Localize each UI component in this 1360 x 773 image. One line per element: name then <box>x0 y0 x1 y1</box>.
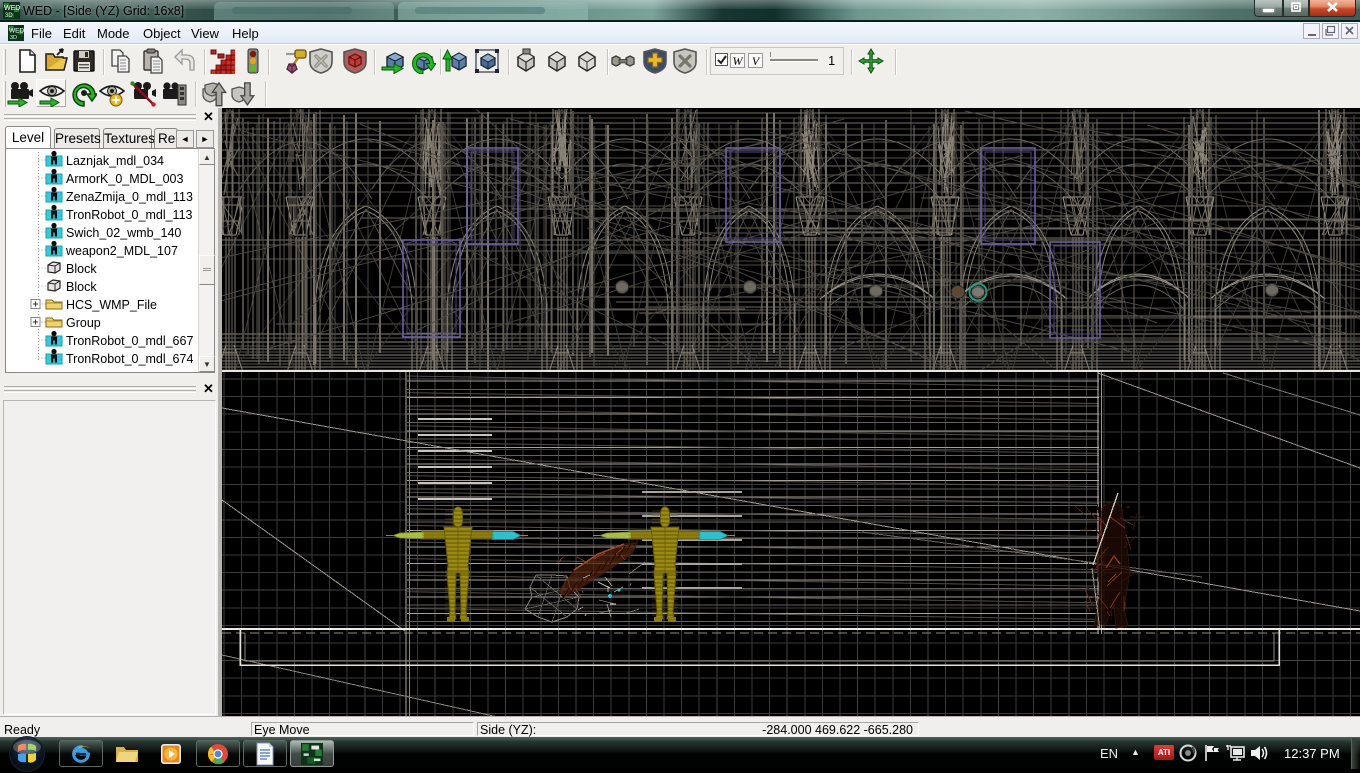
svg-text:3D: 3D <box>10 35 17 41</box>
svg-text:3D: 3D <box>5 13 13 19</box>
svg-text:WED: WED <box>9 28 24 35</box>
svg-text:WED: WED <box>4 5 20 12</box>
